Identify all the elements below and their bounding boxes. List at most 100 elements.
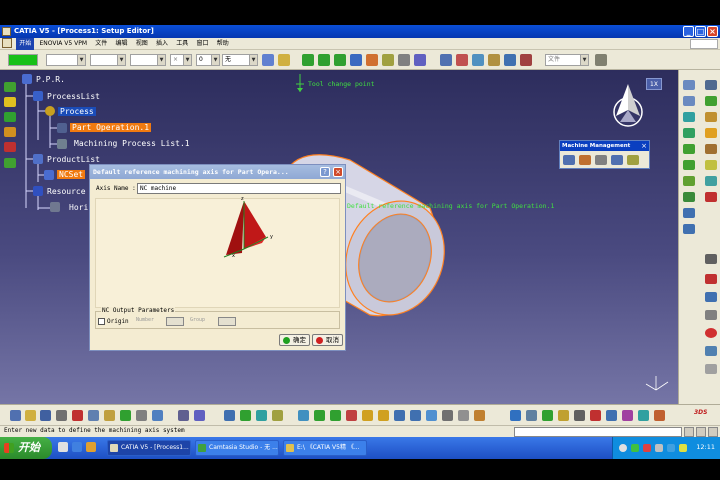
comment-icon[interactable] <box>194 410 205 421</box>
right-tool-14-icon[interactable] <box>705 176 717 186</box>
mfg-icon-8[interactable] <box>622 410 633 421</box>
menu-edit[interactable]: 编辑 <box>112 38 130 50</box>
cut-icon[interactable] <box>72 410 83 421</box>
mfg-icon-9[interactable] <box>638 410 649 421</box>
right-tool-24-icon[interactable] <box>705 364 717 374</box>
copy-icon[interactable] <box>88 410 99 421</box>
tree-product-list[interactable]: ProductList <box>47 155 100 164</box>
compass-label[interactable]: 1X <box>646 78 662 90</box>
task-camtasia[interactable]: Camtasia Studio - 无 ... <box>195 440 279 456</box>
layer-combo[interactable]: 无 ▼ <box>222 54 258 66</box>
menu-tools[interactable]: 工具 <box>173 38 191 50</box>
tree-process[interactable]: Process <box>58 107 96 116</box>
normal-view-icon[interactable] <box>394 410 405 421</box>
right-tool-15-icon[interactable] <box>683 192 695 202</box>
ok-button[interactable]: 确定 <box>279 334 310 346</box>
section-icon[interactable] <box>414 54 426 66</box>
tree-nc-setup[interactable]: NCSet <box>57 170 86 179</box>
tool-icon-a[interactable] <box>240 410 251 421</box>
right-tool-5-icon[interactable] <box>683 112 695 122</box>
tool-icon-b[interactable] <box>256 410 267 421</box>
right-tool-17-icon[interactable] <box>683 208 695 218</box>
clash-icon[interactable] <box>398 54 410 66</box>
right-tool-18-icon[interactable] <box>683 224 695 234</box>
rotate-view-icon[interactable] <box>346 410 357 421</box>
mfg-icon-2[interactable] <box>526 410 537 421</box>
mach-icon-2[interactable] <box>488 54 500 66</box>
tray-1-icon[interactable] <box>619 444 627 452</box>
status-btn-2[interactable] <box>696 427 706 437</box>
mfg-icon-10[interactable] <box>654 410 665 421</box>
formula-icon[interactable] <box>178 410 189 421</box>
cancel-button[interactable]: 取消 <box>312 334 343 346</box>
quicklaunch-3-icon[interactable] <box>86 442 96 452</box>
rotate-icon[interactable] <box>318 54 330 66</box>
hide-show-icon[interactable] <box>442 410 453 421</box>
axis-preview[interactable]: z y x <box>95 196 340 308</box>
right-tool-13-icon[interactable] <box>683 176 695 186</box>
number-input[interactable] <box>166 317 184 326</box>
line-weight-combo[interactable]: ▼ <box>130 54 166 66</box>
tray-4-icon[interactable] <box>655 444 663 452</box>
mach-icon-3[interactable] <box>504 54 516 66</box>
origin-checkbox[interactable] <box>98 318 105 325</box>
right-tool-12-icon[interactable] <box>705 160 717 170</box>
print-icon[interactable] <box>56 410 67 421</box>
tray-6-icon[interactable] <box>679 444 687 452</box>
stop-icon[interactable] <box>705 328 717 338</box>
menu-file[interactable]: 文件 <box>92 38 110 50</box>
machine-tool-3-icon[interactable] <box>595 155 607 165</box>
menu-help[interactable]: 帮助 <box>214 38 232 50</box>
fit-all-icon[interactable] <box>314 410 325 421</box>
right-tool-3-icon[interactable] <box>683 96 695 106</box>
right-tool-19-icon[interactable] <box>705 254 717 264</box>
whats-this-icon[interactable] <box>152 410 163 421</box>
machine-tool-1-icon[interactable] <box>563 155 575 165</box>
save-icon[interactable] <box>40 410 51 421</box>
mfg-icon-6[interactable] <box>590 410 601 421</box>
right-tool-20-icon[interactable] <box>705 274 717 284</box>
format-painter-icon[interactable] <box>278 54 290 66</box>
linestyle-combo[interactable]: ▼ <box>90 54 126 66</box>
robot-icon[interactable] <box>366 54 378 66</box>
group-input[interactable] <box>218 317 236 326</box>
zoom-in-icon[interactable] <box>362 410 373 421</box>
right-tool-22-icon[interactable] <box>705 310 717 320</box>
material-icon[interactable] <box>474 410 485 421</box>
status-btn-3[interactable] <box>708 427 718 437</box>
menu-insert[interactable]: 插入 <box>153 38 171 50</box>
color-combo[interactable] <box>8 54 38 66</box>
axis-name-input[interactable]: NC machine <box>137 183 341 194</box>
left-tool-5-icon[interactable] <box>4 142 16 152</box>
quicklaunch-1-icon[interactable] <box>58 442 68 452</box>
tree-process-list[interactable]: ProcessList <box>47 92 100 101</box>
power-input[interactable] <box>514 427 682 437</box>
right-tool-21-icon[interactable] <box>705 292 717 302</box>
task-explorer[interactable]: E:\ 《CATIA V5精 《... <box>283 440 367 456</box>
tree-root[interactable]: P.P.R. <box>36 75 65 84</box>
task-catia[interactable]: CATIA V5 - [Process1... <box>107 440 191 456</box>
maximize-button[interactable]: □ <box>695 26 706 37</box>
redo-icon[interactable] <box>136 410 147 421</box>
left-tool-3-icon[interactable] <box>4 112 16 122</box>
menu-view[interactable]: 视图 <box>133 38 151 50</box>
table-icon[interactable] <box>224 410 235 421</box>
snap-icon[interactable] <box>350 54 362 66</box>
right-tool-4-icon[interactable] <box>705 96 717 106</box>
start-button[interactable]: 开始 <box>0 437 52 459</box>
mach-icon-1[interactable] <box>472 54 484 66</box>
pan-icon[interactable] <box>302 54 314 66</box>
point-type-combo[interactable]: × ▼ <box>170 54 192 66</box>
mfg-icon-1[interactable] <box>510 410 521 421</box>
right-tool-8-icon[interactable] <box>705 128 717 138</box>
pan-view-icon[interactable] <box>330 410 341 421</box>
tray-2-icon[interactable] <box>631 444 639 452</box>
left-tool-4-icon[interactable] <box>4 127 16 137</box>
tree-part-operation[interactable]: Part Operation.1 <box>70 123 152 132</box>
left-tool-6-icon[interactable] <box>4 158 16 168</box>
tray-5-icon[interactable] <box>667 444 675 452</box>
render-style-icon[interactable] <box>426 410 437 421</box>
tree-hori[interactable]: Hori <box>69 203 88 212</box>
mach-icon-4[interactable] <box>520 54 532 66</box>
swap-space-icon[interactable] <box>458 410 469 421</box>
